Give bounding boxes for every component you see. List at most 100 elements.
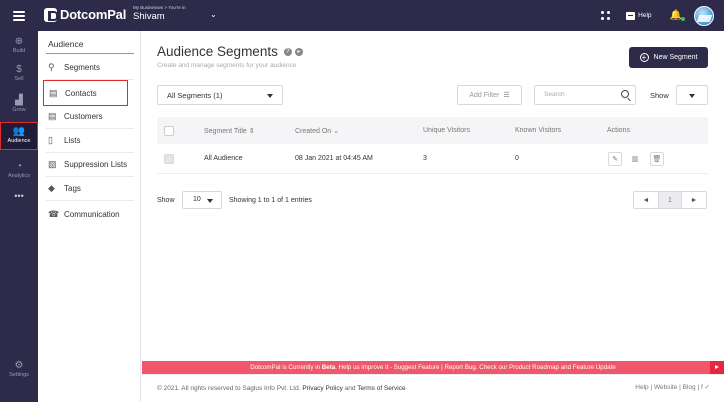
next-page-button[interactable]: ► bbox=[682, 192, 706, 208]
prev-page-button[interactable]: ◄ bbox=[634, 192, 658, 208]
more-icon: ••• bbox=[14, 191, 24, 201]
column-header-actions: Actions bbox=[607, 127, 630, 134]
subnav-item-communication[interactable]: ☎ Communication bbox=[46, 202, 134, 226]
column-header-segment-title[interactable]: Segment Title ⇕ bbox=[204, 127, 255, 135]
page-size-value: 10 bbox=[193, 196, 201, 203]
row-checkbox[interactable] bbox=[164, 154, 174, 164]
rail-settings[interactable]: ⚙ Settings bbox=[0, 359, 38, 381]
subnav-item-label: Segments bbox=[64, 63, 101, 72]
page-button-current[interactable]: 1 bbox=[658, 192, 682, 208]
column-label: Segment Title bbox=[204, 128, 247, 135]
rail-label: Settings bbox=[9, 372, 29, 378]
hamburger-menu-icon[interactable] bbox=[0, 0, 38, 31]
table-row[interactable]: All Audience 08 Jan 2021 at 04:45 AM 3 0… bbox=[157, 144, 708, 174]
subnav-item-tags[interactable]: ◆ Tags bbox=[46, 177, 134, 201]
and-text: and bbox=[344, 385, 356, 392]
subnav-item-contacts[interactable]: ▤ Contacts bbox=[43, 80, 128, 106]
rail-grow[interactable]: ▟ Grow bbox=[0, 94, 38, 116]
subnav-item-customers[interactable]: ▤ Customers bbox=[46, 105, 134, 129]
play-icon[interactable] bbox=[710, 361, 724, 374]
banner-beta: Beta bbox=[321, 364, 336, 371]
beta-banner[interactable]: DotcomPal is Currently in Beta. Help us … bbox=[142, 361, 724, 374]
segments-table: Segment Title ⇕ Created On ⌄ Unique Visi… bbox=[157, 117, 708, 174]
column-header-known-visitors: Known Visitors bbox=[515, 127, 562, 134]
video-icon[interactable]: ▸ bbox=[294, 47, 303, 56]
chevron-down-icon[interactable]: ⌄ bbox=[210, 10, 217, 19]
entries-info: Showing 1 to 1 of 1 entries bbox=[229, 197, 312, 204]
subnav-item-label: Tags bbox=[64, 184, 81, 193]
search-box[interactable] bbox=[534, 85, 636, 105]
new-segment-button[interactable]: + New Segment bbox=[629, 47, 708, 68]
business-name: Shivam bbox=[133, 10, 165, 22]
add-filter-label: Add Filter bbox=[469, 91, 500, 99]
help-label: Help bbox=[638, 12, 652, 19]
delete-icon[interactable]: 🗑 bbox=[650, 152, 664, 166]
subnav-item-segments[interactable]: ⚲ Segments bbox=[46, 56, 134, 80]
filter-icon: ☰ bbox=[503, 92, 510, 99]
sort-desc-icon: ⌄ bbox=[333, 128, 340, 135]
rail-label: Analytics bbox=[7, 173, 30, 179]
search-input[interactable] bbox=[544, 91, 614, 98]
select-all-checkbox[interactable] bbox=[164, 126, 174, 136]
segment-filter-select[interactable]: All Segments (1) bbox=[157, 85, 283, 105]
suppression-icon: ▧ bbox=[48, 159, 57, 169]
bell-icon[interactable]: 🔔 bbox=[670, 10, 685, 21]
rail-sell[interactable]: $ Sell bbox=[0, 63, 38, 85]
bar-chart-icon: ▟ bbox=[15, 95, 23, 106]
segments-icon: ⚲ bbox=[48, 62, 55, 72]
search-icon[interactable] bbox=[621, 90, 629, 98]
page-title: Audience Segments bbox=[157, 44, 278, 59]
banner-lead: DotcomPal is Currently in bbox=[250, 364, 322, 371]
column-label: Created On bbox=[295, 128, 332, 135]
terms-link[interactable]: Terms of Service bbox=[357, 385, 405, 392]
table-header: Segment Title ⇕ Created On ⌄ Unique Visi… bbox=[157, 117, 708, 144]
sort-icon: ⇕ bbox=[248, 128, 255, 135]
tag-icon: ◆ bbox=[48, 183, 55, 193]
analytics-icon: ◔ bbox=[15, 161, 23, 172]
subnav-item-suppression-lists[interactable]: ▧ Suppression Lists bbox=[46, 153, 134, 177]
logo[interactable]: DotcomPal bbox=[44, 7, 126, 22]
created-on: 08 Jan 2021 at 04:45 AM bbox=[295, 155, 373, 162]
business-switcher[interactable]: My Businesses > You're in Shivam bbox=[133, 5, 186, 22]
page-size-select[interactable]: 10 bbox=[182, 191, 222, 209]
help-button[interactable]: Help bbox=[626, 11, 652, 20]
communication-icon: ☎ bbox=[48, 208, 60, 219]
main-content: Audience Segments ? ▸ Create and manage … bbox=[142, 31, 724, 361]
edit-icon[interactable]: ✎ bbox=[608, 152, 622, 166]
chevron-down-icon bbox=[689, 94, 695, 98]
rail-label: Build bbox=[12, 48, 26, 54]
column-header-created-on[interactable]: Created On ⌄ bbox=[295, 127, 339, 135]
page-size-label: Show bbox=[157, 197, 175, 204]
customers-icon: ▤ bbox=[48, 111, 57, 121]
contacts-icon: ▤ bbox=[49, 87, 58, 98]
chevron-down-icon bbox=[207, 199, 213, 203]
stats-icon[interactable]: ▥ bbox=[628, 152, 642, 166]
gear-icon: ⚙ bbox=[14, 360, 24, 371]
show-columns-dropdown[interactable] bbox=[676, 85, 708, 105]
apps-grid-icon[interactable] bbox=[601, 11, 610, 20]
rail-audience[interactable]: 👥 Audience bbox=[0, 122, 38, 150]
top-bar: DotcomPal My Businesses > You're in Shiv… bbox=[0, 0, 724, 31]
help-icon[interactable]: ? bbox=[283, 47, 292, 56]
subnav-item-lists[interactable]: ▯ Lists bbox=[46, 129, 134, 153]
rail-label: Grow bbox=[12, 107, 26, 113]
add-filter-button[interactable]: Add Filter ☰ bbox=[457, 85, 522, 105]
notification-dot bbox=[681, 17, 685, 21]
subnav-title: Audience bbox=[48, 39, 84, 49]
list-icon: ▯ bbox=[48, 135, 53, 145]
banner-rest: . Help us improve it - Suggest Feature |… bbox=[335, 364, 616, 371]
known-visitors: 0 bbox=[515, 155, 519, 162]
chevron-down-icon bbox=[267, 94, 273, 98]
rail-build[interactable]: ⊕ Build bbox=[0, 35, 38, 57]
segment-title[interactable]: All Audience bbox=[204, 155, 243, 162]
privacy-policy-link[interactable]: Privacy Policy bbox=[302, 385, 342, 392]
left-rail: ⊕ Build $ Sell ▟ Grow 👥 Audience ◔ Analy… bbox=[0, 31, 38, 402]
help-icon bbox=[626, 11, 636, 20]
footer: © 2021. All rights reserved to Saglus In… bbox=[142, 374, 724, 402]
subnav-item-label: Contacts bbox=[65, 88, 97, 98]
rail-more[interactable]: ••• bbox=[0, 191, 38, 203]
dollar-icon: $ bbox=[16, 64, 22, 75]
avatar[interactable] bbox=[694, 5, 714, 26]
footer-links[interactable]: Help | Website | Blog | f ✓ bbox=[635, 383, 710, 391]
rail-analytics[interactable]: ◔ Analytics bbox=[0, 160, 38, 182]
